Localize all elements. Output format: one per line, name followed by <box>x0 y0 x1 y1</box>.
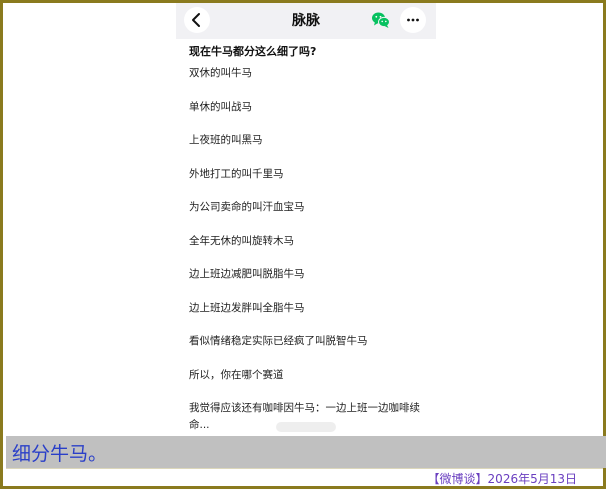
caption-text: 细分牛马。 <box>12 443 108 465</box>
post-line-6: 全年无休的叫旋转木马 <box>189 235 294 247</box>
chevron-left-icon <box>192 13 200 27</box>
screenshot-frame: 脉脉 现在牛马都分这么细了吗? 双休的叫牛马 单休的叫战马 上夜班的叫黑马 外地… <box>0 0 606 489</box>
post-line-5: 为公司卖命的叫汗血宝马 <box>189 201 305 213</box>
app-title: 脉脉 <box>292 13 320 29</box>
app-top-bar: 脉脉 <box>176 3 436 39</box>
footer-divider <box>6 468 606 469</box>
wechat-share-button[interactable] <box>368 7 394 33</box>
caption-bar: 细分牛马。 <box>6 436 606 468</box>
post-question: 现在牛马都分这么细了吗? <box>189 45 317 58</box>
post-line-3: 上夜班的叫黑马 <box>189 134 263 146</box>
scroll-fade <box>276 422 336 432</box>
more-button[interactable] <box>400 7 426 33</box>
post-line-7: 边上班边减肥叫脱脂牛马 <box>189 268 305 280</box>
phone-screen: 脉脉 现在牛马都分这么细了吗? 双休的叫牛马 单休的叫战马 上夜班的叫黑马 外地… <box>176 3 436 435</box>
post-line-2: 单休的叫战马 <box>189 101 252 113</box>
post-line-8: 边上班边发胖叫全脂牛马 <box>189 302 305 314</box>
post-line-10: 所以，你在哪个赛道 <box>189 369 284 381</box>
footer-source-date: 【微博谈】2026年5月13日 <box>427 472 577 486</box>
post-line-1: 双休的叫牛马 <box>189 67 252 79</box>
post-line-9: 看似情绪稳定实际已经疯了叫脱智牛马 <box>189 335 368 347</box>
back-button[interactable] <box>184 7 210 33</box>
more-dots-icon <box>407 18 419 22</box>
post-line-4: 外地打工的叫千里马 <box>189 168 284 180</box>
wechat-icon <box>372 12 390 28</box>
